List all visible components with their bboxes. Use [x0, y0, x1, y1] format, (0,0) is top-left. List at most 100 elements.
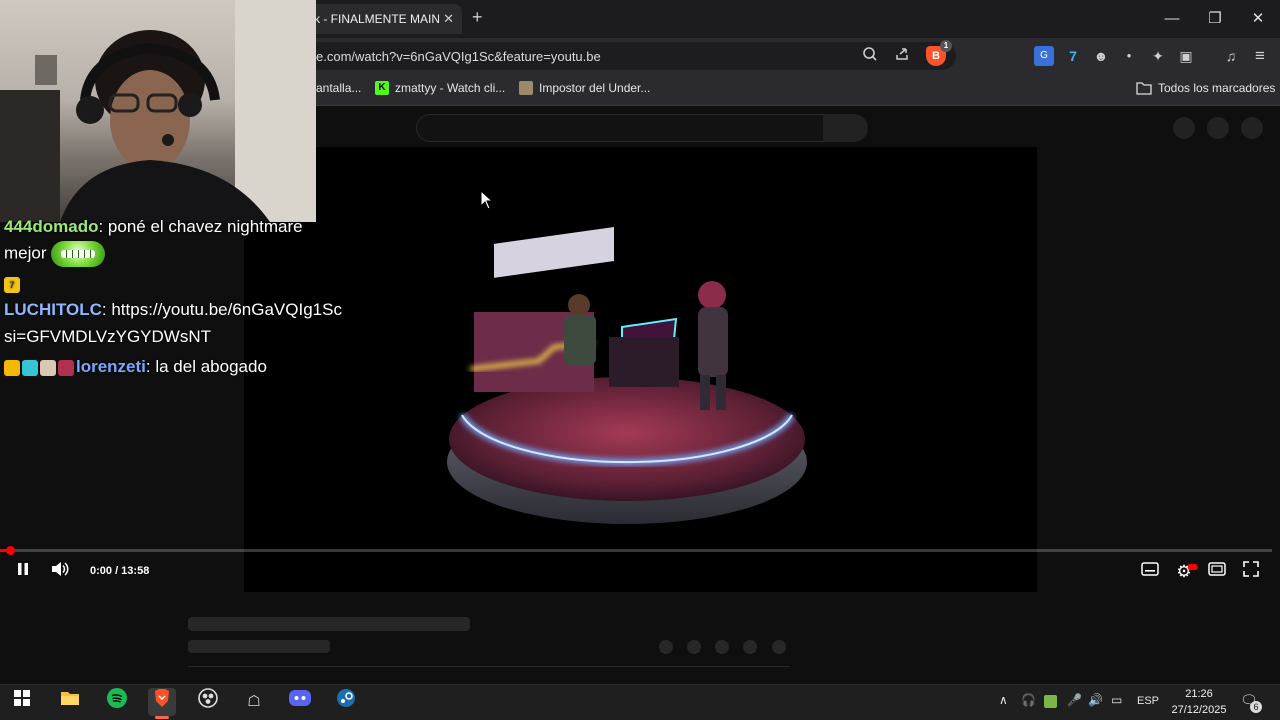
pause-button[interactable]: [12, 561, 34, 583]
zoom-icon[interactable]: [860, 46, 880, 66]
close-window-button[interactable]: ✕: [1236, 6, 1280, 32]
crown-badge-icon: [4, 359, 20, 376]
fullscreen-button[interactable]: [1240, 561, 1262, 583]
notifications-icon[interactable]: [1207, 117, 1229, 139]
game-button[interactable]: ☖: [240, 688, 268, 716]
extension-mask-icon[interactable]: ☻: [1091, 46, 1111, 66]
avatar[interactable]: [1241, 117, 1263, 139]
action-placeholder: [743, 640, 757, 654]
headset-icon[interactable]: 🎧: [1021, 693, 1036, 707]
video-player[interactable]: [244, 147, 1037, 592]
chat-message: lorenzeti: la del abogado: [4, 357, 267, 377]
steam-icon: [337, 689, 355, 707]
fullscreen-icon: [1243, 561, 1259, 577]
theater-mode-button[interactable]: [1206, 561, 1228, 583]
start-button[interactable]: [8, 688, 36, 716]
language-indicator[interactable]: ESP: [1137, 695, 1159, 707]
chat-username: lorenzeti: [76, 357, 146, 376]
active-indicator: [155, 716, 169, 719]
media-icon[interactable]: ♫: [1221, 46, 1241, 66]
chat-username: LUCHITOLC: [4, 300, 102, 319]
subtitles-icon: [1141, 562, 1159, 576]
game-icon: [519, 81, 533, 95]
all-bookmarks[interactable]: Todos los marcadores: [1136, 81, 1275, 95]
emote-badge-icon: [40, 359, 56, 376]
bookmark-label: antalla...: [316, 81, 362, 95]
chat-text: si=GFVMDLVzYGYDWsNT: [4, 327, 212, 346]
all-bookmarks-label: Todos los marcadores: [1158, 81, 1276, 95]
tray-app-icon[interactable]: [1044, 695, 1057, 708]
clock[interactable]: 21:26 27/12/2025: [1164, 686, 1234, 718]
chat-message-continuation: mejor: [4, 241, 106, 267]
minimize-button[interactable]: —: [1150, 6, 1194, 32]
action-placeholder: [715, 640, 729, 654]
streamer-image: [0, 0, 316, 222]
spotify-icon: [107, 688, 127, 708]
tab-title: k - FINALMENTE MAIN: [314, 12, 440, 26]
bookmark-label: Impostor del Under...: [539, 81, 651, 95]
subtitles-button[interactable]: [1139, 561, 1161, 583]
kick-icon: K: [375, 81, 389, 95]
bookmark-label: zmattyy - Watch cli...: [395, 81, 506, 95]
folder-icon: [1136, 82, 1152, 95]
action-placeholder: [659, 640, 673, 654]
url-text[interactable]: e.com/watch?v=6nGaVQIg1Sc&feature=youtu.…: [316, 49, 601, 64]
progress-track[interactable]: [0, 549, 1272, 552]
sidebar-icon[interactable]: ▣: [1176, 46, 1196, 66]
chat-message-continuation: si=GFVMDLVzYGYDWsNT: [4, 327, 211, 347]
extensions-icon[interactable]: ✦: [1148, 46, 1168, 66]
microphone-icon[interactable]: 🎤: [1067, 693, 1082, 707]
brave-shield-icon[interactable]: B1: [926, 40, 952, 66]
bookmark-item[interactable]: K zmattyy - Watch cli...: [375, 81, 505, 95]
network-icon[interactable]: ▭: [1111, 693, 1122, 707]
tab-active[interactable]: k - FINALMENTE MAIN ✕: [306, 4, 462, 34]
7tv-badge-icon: 7: [4, 276, 20, 293]
translate-icon[interactable]: G: [1034, 46, 1054, 66]
chat-message: LUCHITOLC: https://youtu.be/6nGaVQIg1Sc: [4, 300, 342, 320]
volume-button[interactable]: [49, 561, 71, 583]
action-placeholder: [772, 640, 786, 654]
bookmark-item[interactable]: antalla...: [316, 81, 361, 95]
new-tab-icon[interactable]: +: [472, 7, 483, 28]
close-tab-icon[interactable]: ✕: [443, 11, 454, 27]
grin-emote-icon: [51, 241, 106, 267]
shield-count: 1: [940, 40, 952, 52]
obs-icon: [198, 688, 218, 708]
spotify-button[interactable]: [103, 688, 131, 716]
discord-icon: [289, 690, 311, 706]
title-placeholder: [188, 617, 470, 631]
divider: [188, 666, 790, 667]
steam-button[interactable]: [332, 688, 360, 716]
video-frame: [447, 226, 807, 524]
webcam-overlay: [0, 0, 316, 222]
7tv-badge-icon: [58, 359, 74, 376]
obs-button[interactable]: [194, 688, 222, 716]
speaker-icon[interactable]: 🔊: [1088, 693, 1103, 707]
pause-icon: [18, 563, 28, 575]
chat-text: : poné el chavez nightmare: [98, 217, 303, 236]
windows-icon: [14, 690, 30, 706]
theater-icon: [1208, 562, 1226, 576]
brave-button[interactable]: [148, 688, 176, 716]
sub-badge-icon: [22, 359, 38, 376]
extension-dot-icon[interactable]: ●: [1119, 46, 1139, 66]
create-icon[interactable]: [1173, 117, 1195, 139]
scrubber-handle[interactable]: [6, 546, 15, 555]
tray-chevron-icon[interactable]: ∧: [999, 693, 1008, 707]
discord-button[interactable]: [286, 688, 314, 716]
app-icon: ☖: [247, 693, 261, 710]
chat-message: 7: [4, 274, 20, 294]
file-explorer-button[interactable]: [56, 688, 84, 716]
extension-7tv-icon[interactable]: 7: [1063, 46, 1083, 66]
restore-button[interactable]: ❐: [1193, 6, 1237, 32]
share-icon[interactable]: [892, 46, 912, 66]
search-input[interactable]: [416, 114, 824, 142]
menu-icon[interactable]: ≡: [1250, 46, 1270, 66]
mouse-cursor-icon: [480, 189, 494, 215]
hd-badge: [1188, 564, 1197, 570]
bookmark-item[interactable]: Impostor del Under...: [519, 81, 650, 95]
chat-text: mejor: [4, 243, 47, 263]
channel-placeholder: [188, 640, 330, 653]
chat-username: 444domado: [4, 217, 99, 236]
search-button[interactable]: [823, 114, 868, 142]
